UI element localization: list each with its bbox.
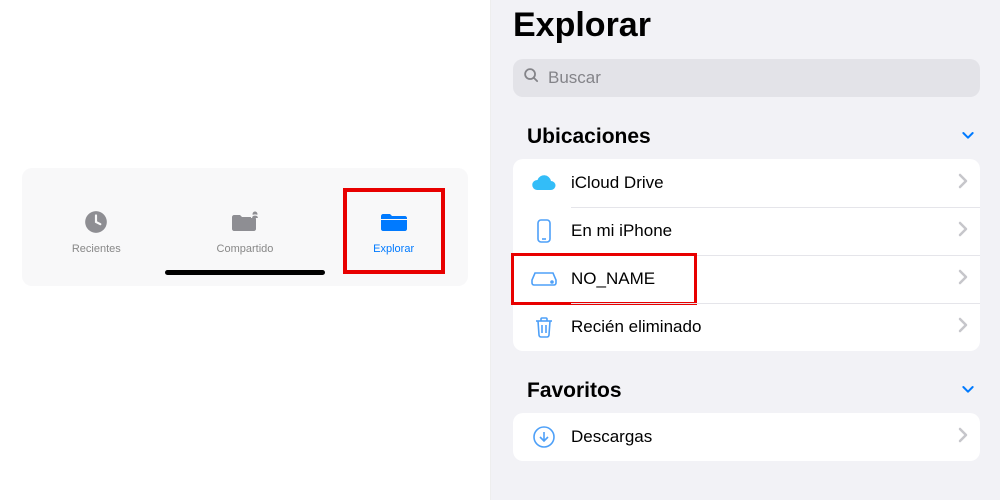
- location-noname-drive[interactable]: NO_NAME: [513, 255, 980, 303]
- chevron-right-icon: [958, 317, 968, 338]
- trash-icon: [529, 316, 559, 338]
- chevron-right-icon: [958, 221, 968, 242]
- locations-list: iCloud Drive En mi iPhone: [513, 159, 980, 351]
- tab-label: Explorar: [373, 243, 414, 255]
- chevron-right-icon: [958, 269, 968, 290]
- browse-panel: Explorar Ubicaciones iCloud Drive: [490, 0, 1000, 500]
- bottom-tabbar: Recientes Compartido Explorar: [22, 168, 468, 286]
- folder-person-icon: [230, 207, 260, 237]
- row-label: Recién eliminado: [571, 317, 958, 337]
- location-recently-deleted[interactable]: Recién eliminado: [513, 303, 980, 351]
- iphone-icon: [529, 219, 559, 243]
- search-icon: [523, 67, 540, 89]
- folder-icon: [379, 207, 409, 237]
- tab-label: Recientes: [72, 243, 121, 255]
- chevron-right-icon: [958, 427, 968, 448]
- location-icloud-drive[interactable]: iCloud Drive: [513, 159, 980, 207]
- home-indicator: [165, 270, 325, 275]
- cloud-icon: [529, 174, 559, 192]
- chevron-down-icon: [960, 381, 976, 402]
- row-label: NO_NAME: [571, 269, 958, 289]
- row-label: En mi iPhone: [571, 221, 958, 241]
- search-input[interactable]: [548, 68, 970, 88]
- section-header-favorites[interactable]: Favoritos: [513, 373, 980, 413]
- section-header-locations[interactable]: Ubicaciones: [513, 119, 980, 159]
- download-icon: [529, 425, 559, 449]
- chevron-right-icon: [958, 173, 968, 194]
- favorite-downloads[interactable]: Descargas: [513, 413, 980, 461]
- section-title: Favoritos: [527, 379, 622, 403]
- tab-label: Compartido: [217, 243, 274, 255]
- chevron-down-icon: [960, 127, 976, 148]
- tab-browse[interactable]: Explorar: [344, 188, 444, 274]
- location-on-my-iphone[interactable]: En mi iPhone: [513, 207, 980, 255]
- search-field[interactable]: [513, 59, 980, 97]
- tab-shared[interactable]: Compartido: [195, 188, 295, 274]
- external-drive-icon: [529, 271, 559, 287]
- row-label: iCloud Drive: [571, 173, 958, 193]
- clock-icon: [81, 207, 111, 237]
- section-title: Ubicaciones: [527, 125, 651, 149]
- favorites-list: Descargas: [513, 413, 980, 461]
- tabbar-preview-panel: Recientes Compartido Explorar: [0, 0, 490, 500]
- page-title: Explorar: [513, 6, 980, 45]
- row-label: Descargas: [571, 427, 958, 447]
- tab-recents[interactable]: Recientes: [46, 188, 146, 274]
